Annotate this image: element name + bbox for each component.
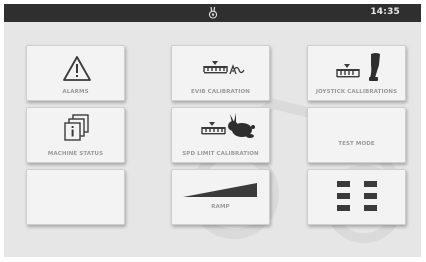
evib-calibration-label: EVIB CALIBRATION bbox=[191, 89, 250, 95]
alarms-label: ALARMS bbox=[62, 89, 89, 95]
status-bar: 14:35 bbox=[4, 4, 421, 22]
ramp-label: RAMP bbox=[211, 204, 230, 210]
clock-time: 14:35 bbox=[370, 7, 400, 17]
evib-calibration-button[interactable]: EVIB CALIBRATION bbox=[171, 45, 270, 101]
spd-limit-calibration-label: SPD LIMIT CALIBRATION bbox=[182, 151, 259, 157]
joystick-calibration-icon bbox=[336, 53, 380, 81]
alarms-button[interactable]: ALARMS bbox=[26, 45, 125, 101]
info-pages-icon bbox=[64, 114, 89, 141]
bunny-logo-icon bbox=[208, 6, 218, 19]
warning-triangle-icon bbox=[63, 56, 91, 81]
spd-limit-calibration-button[interactable]: SPD LIMIT CALIBRATION bbox=[171, 107, 270, 163]
test-mode-button[interactable]: TEST MODE bbox=[307, 107, 406, 163]
joystick-calibration-label: JOYSTICK CALLIBRATIONS bbox=[315, 89, 398, 95]
joystick-calibration-button[interactable]: JOYSTICK CALLIBRATIONS bbox=[307, 45, 406, 101]
blank-tile[interactable] bbox=[26, 169, 125, 225]
main-screen: 14:35 ALARMS EVIB CALIBRATION JOYSTICK C… bbox=[4, 4, 421, 257]
rabbit-speed-icon bbox=[201, 113, 255, 138]
menu-grid-button[interactable] bbox=[307, 169, 406, 225]
machine-status-label: MACHINE STATUS bbox=[47, 151, 104, 157]
test-mode-label: TEST MODE bbox=[338, 141, 375, 147]
grid-menu-icon bbox=[337, 181, 377, 211]
machine-status-button[interactable]: MACHINE STATUS bbox=[26, 107, 125, 163]
ramp-wedge-icon bbox=[183, 183, 257, 197]
ramp-button[interactable]: RAMP bbox=[171, 169, 270, 225]
vibration-calibration-icon bbox=[203, 61, 245, 75]
